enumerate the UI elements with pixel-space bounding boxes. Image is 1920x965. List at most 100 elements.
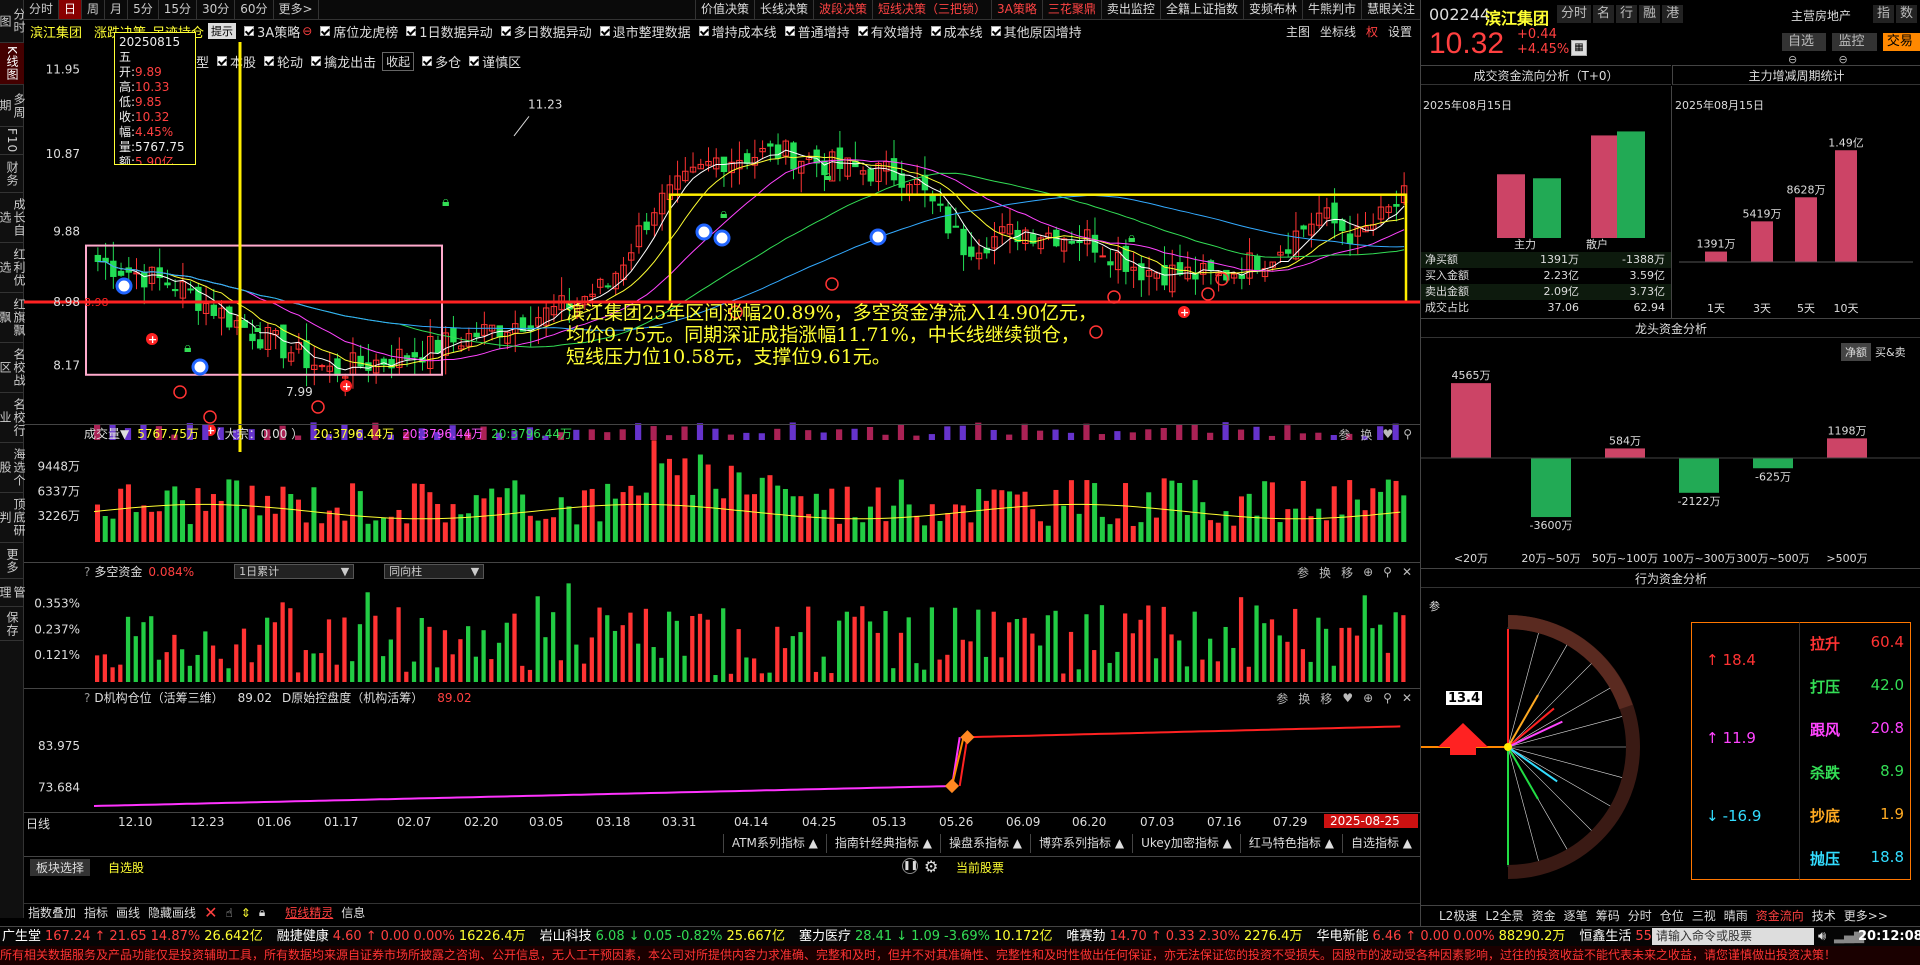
volume-bar[interactable] (473, 495, 479, 542)
moneyflow-bar[interactable] (952, 607, 958, 682)
moneyflow-bar[interactable] (272, 622, 278, 682)
volume-bar[interactable] (1238, 496, 1244, 542)
volume-bar[interactable] (149, 511, 155, 542)
moneyflow-bar[interactable] (937, 659, 942, 682)
moneyflow-bar[interactable] (759, 673, 764, 682)
candle-body[interactable] (117, 270, 125, 276)
position-title[interactable]: D机构仓位（活筹三维） (94, 689, 223, 706)
volume-bar[interactable] (620, 492, 626, 542)
candle-body[interactable] (774, 144, 782, 159)
moneyflow-bar[interactable] (357, 624, 363, 682)
volume-bar[interactable] (218, 500, 224, 542)
moneyflow-bar[interactable] (1331, 665, 1336, 682)
quote-tab-1[interactable]: 名 (1593, 5, 1615, 23)
checkbox-icon[interactable] (857, 26, 868, 36)
moneyflow-bar[interactable] (1385, 652, 1391, 682)
moneyflow-bar[interactable] (605, 615, 610, 682)
moneyflow-bar[interactable] (1084, 614, 1089, 682)
volume-bar[interactable] (806, 513, 812, 542)
strategy-tab-10[interactable]: 慧眼关注 (1360, 0, 1420, 19)
moneyflow-bar[interactable] (265, 617, 270, 682)
volume-bar[interactable] (272, 513, 278, 542)
strategy-tab-0[interactable]: 价值决策 (694, 0, 754, 19)
candle-body[interactable] (743, 153, 751, 164)
moneyflow-bar[interactable] (775, 626, 780, 682)
moneyflow-bar[interactable] (1354, 635, 1360, 682)
volume-bar[interactable] (697, 454, 703, 542)
row2-item-12[interactable]: 其他原因增持 (1004, 22, 1082, 41)
moneyflow-bar[interactable] (218, 658, 223, 682)
candle-body[interactable] (968, 246, 975, 257)
left-tab-1[interactable]: K线图 (0, 43, 24, 85)
moneyflow-bar[interactable] (983, 656, 989, 682)
right-bottom-tab-7[interactable]: 三视 (1692, 907, 1716, 924)
ticker-item[interactable]: 广生堂 167.24 ↑ 21.65 14.87% 26.642亿 (2, 927, 263, 946)
moneyflow-bar[interactable] (1045, 615, 1050, 682)
volume-title[interactable]: 成交量▼ (24, 425, 129, 442)
moneyflow-bar[interactable] (976, 609, 981, 682)
volume-bar[interactable] (682, 458, 688, 542)
moneyflow-bar[interactable] (1068, 631, 1074, 682)
moneyflow-bar[interactable] (404, 671, 409, 682)
candle-body[interactable] (195, 286, 202, 311)
candle-body[interactable] (256, 339, 264, 349)
left-tab-11[interactable]: 顶底研判 (0, 493, 26, 543)
volume-bar[interactable] (1099, 516, 1105, 542)
volume-bar[interactable] (1231, 525, 1237, 542)
volume-bar[interactable] (628, 485, 634, 542)
left-tab-9[interactable]: 名校行业 (0, 393, 26, 443)
moneyflow-bar[interactable] (1231, 647, 1236, 682)
checkbox-icon[interactable] (320, 26, 331, 36)
moneyflow-bar[interactable] (674, 620, 679, 682)
right-bottom-tab-4[interactable]: 筹码 (1596, 907, 1620, 924)
strategy-tab-7[interactable]: 全籍上证指数 (1159, 0, 1243, 19)
moneyflow-bar[interactable] (1123, 613, 1128, 682)
candle-body[interactable] (952, 225, 960, 228)
volume-bar[interactable] (380, 517, 387, 542)
volume-bar[interactable] (566, 506, 572, 542)
volume-bar[interactable] (241, 508, 247, 542)
candle-body[interactable] (1284, 249, 1292, 254)
strategy-tab-3[interactable]: 短线决策（三把锁） (872, 0, 991, 19)
period-tab-6[interactable]: 30分 (197, 0, 236, 19)
volume-bar[interactable] (728, 465, 734, 542)
quote-tab-0[interactable]: 分时 (1557, 5, 1592, 23)
left-tab-0[interactable]: 分时图 (0, 0, 26, 43)
volume-bar[interactable] (674, 475, 680, 542)
candle-body[interactable] (187, 288, 194, 291)
candle-body[interactable] (1339, 219, 1346, 231)
moneyflow-bar[interactable] (806, 606, 811, 682)
quote-right-tab-1[interactable]: 数 (1896, 5, 1918, 23)
moneyflow-bar[interactable] (388, 639, 393, 682)
delete-icon[interactable]: ✕ (204, 903, 217, 922)
volume-bar[interactable] (705, 464, 711, 542)
moneyflow-bar[interactable] (118, 664, 123, 682)
strategy-tab-8[interactable]: 变频布林 (1242, 0, 1302, 19)
moneyflow-bar[interactable] (736, 629, 741, 682)
close-icon[interactable]: ✕ (1402, 691, 1412, 705)
moneyflow-title[interactable]: 多空资金 (94, 563, 142, 580)
quote-right-tab-0[interactable]: 指 (1873, 5, 1895, 23)
moneyflow-bar[interactable] (149, 616, 154, 682)
volume-bar[interactable] (512, 480, 518, 542)
volume-bar[interactable] (419, 483, 425, 542)
moneyflow-bar[interactable] (906, 617, 911, 682)
moneyflow-bar[interactable] (666, 611, 672, 682)
moneyflow-bar[interactable] (968, 641, 973, 682)
moneyflow-bar[interactable] (551, 612, 556, 682)
hint-badge[interactable]: 提示 (208, 23, 237, 39)
volume-bar[interactable] (1107, 524, 1113, 542)
moneyflow-bar[interactable] (999, 657, 1004, 682)
volume-bar[interactable] (690, 494, 696, 542)
row2-item-4[interactable]: 席位龙虎榜 (333, 22, 398, 41)
volume-bar[interactable] (837, 523, 843, 542)
help-icon[interactable]: ? (24, 691, 90, 705)
right-bottom-tab-2[interactable]: 资金 (1532, 907, 1556, 924)
moneyflow-bar[interactable] (867, 621, 873, 682)
right-bottom-tab-1[interactable]: L2全景 (1485, 907, 1523, 924)
gear-icon[interactable]: ⚙ (924, 857, 938, 876)
param-icon[interactable]: 参 (1338, 426, 1350, 443)
row2-item-6[interactable]: 多日数据异动 (514, 22, 592, 41)
moneyflow-bar[interactable] (844, 611, 850, 682)
period-tab-2[interactable]: 周 (82, 0, 106, 19)
